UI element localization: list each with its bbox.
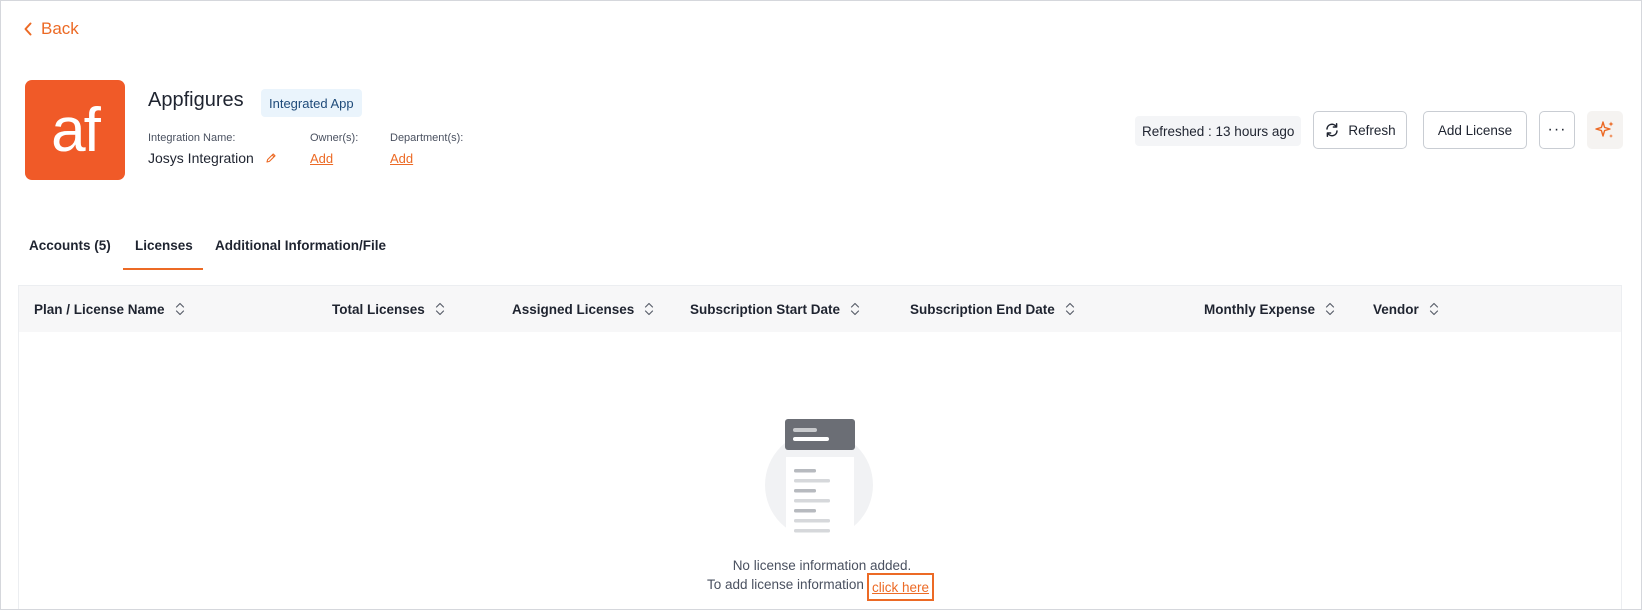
app-title: Appfigures xyxy=(148,89,244,111)
column-label: Vendor xyxy=(1373,301,1419,317)
active-tab-indicator xyxy=(123,268,203,270)
integration-name-value: Josys Integration xyxy=(148,150,254,166)
empty-state-prompt: To add license information xyxy=(707,577,864,592)
integration-name-label: Integration Name: xyxy=(148,132,236,144)
app-logo-text: af xyxy=(51,95,101,165)
sort-icon[interactable] xyxy=(644,301,654,317)
owners-label: Owner(s): xyxy=(310,132,359,144)
tab-licenses[interactable]: Licenses xyxy=(135,238,193,253)
tab-accounts[interactable]: Accounts (5) xyxy=(29,238,111,253)
more-icon: ··· xyxy=(1547,121,1567,138)
back-link[interactable]: Back xyxy=(23,19,79,39)
sparkle-icon xyxy=(1595,121,1614,138)
add-license-label: Add License xyxy=(1437,122,1513,138)
sort-icon[interactable] xyxy=(435,301,445,317)
empty-state-title: No license information added. xyxy=(732,558,912,573)
sort-icon[interactable] xyxy=(850,301,860,317)
sort-icon[interactable] xyxy=(175,301,185,317)
integrated-app-badge: Integrated App xyxy=(261,89,362,117)
refreshed-status: Refreshed : 13 hours ago xyxy=(1135,116,1302,146)
refresh-label: Refresh xyxy=(1348,122,1396,138)
column-label: Total Licenses xyxy=(332,301,425,317)
column-label: Plan / License Name xyxy=(34,301,165,317)
edit-pencil-icon[interactable] xyxy=(265,152,277,164)
column-header[interactable]: Monthly Expense xyxy=(1204,301,1335,317)
refresh-icon xyxy=(1326,123,1339,137)
add-license-click-here-link[interactable]: click here xyxy=(867,573,935,601)
column-header[interactable]: Subscription End Date xyxy=(910,301,1075,317)
app-detail-page: Back af Appfigures Integrated App Integr… xyxy=(0,0,1642,610)
ai-assistant-button[interactable] xyxy=(1587,111,1623,149)
chevron-left-icon xyxy=(24,22,32,36)
empty-document-illustration xyxy=(765,419,873,543)
tab-additional-information[interactable]: Additional Information/File xyxy=(215,238,386,253)
more-options-button[interactable]: ··· xyxy=(1539,111,1575,149)
column-label: Subscription End Date xyxy=(910,301,1055,317)
departments-add-link[interactable]: Add xyxy=(390,151,413,166)
add-license-button[interactable]: Add License xyxy=(1423,111,1527,149)
sort-icon[interactable] xyxy=(1429,301,1439,317)
column-label: Subscription Start Date xyxy=(690,301,841,317)
table-header: Plan / License Name Total Licenses Assig… xyxy=(19,286,1621,332)
column-label: Assigned Licenses xyxy=(512,301,635,317)
sort-icon[interactable] xyxy=(1325,301,1335,317)
refresh-button[interactable]: Refresh xyxy=(1313,111,1407,149)
departments-label: Department(s): xyxy=(390,132,464,144)
column-header[interactable]: Subscription Start Date xyxy=(690,301,860,317)
column-header[interactable]: Total Licenses xyxy=(332,301,445,317)
owners-add-link[interactable]: Add xyxy=(310,151,333,166)
sort-icon[interactable] xyxy=(1065,301,1075,317)
column-label: Monthly Expense xyxy=(1204,301,1316,317)
column-header[interactable]: Plan / License Name xyxy=(34,301,185,317)
column-header[interactable]: Assigned Licenses xyxy=(512,301,654,317)
back-label: Back xyxy=(41,19,79,38)
app-logo: af xyxy=(25,80,125,180)
column-header[interactable]: Vendor xyxy=(1373,301,1439,317)
